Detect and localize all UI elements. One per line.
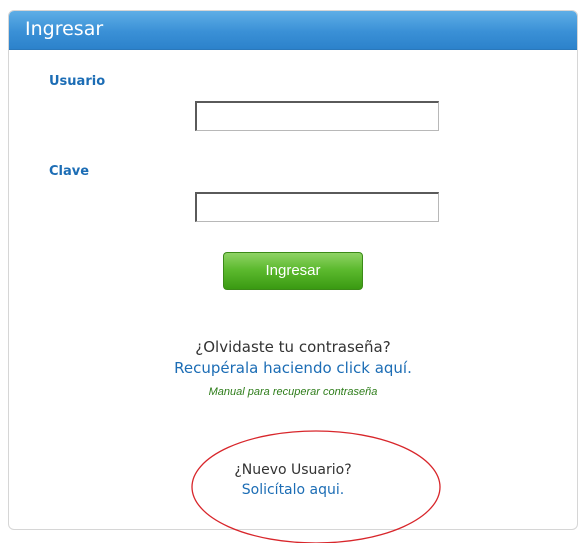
password-label: Clave bbox=[49, 164, 90, 179]
recover-password-link[interactable]: Recupérala haciendo click aquí. bbox=[9, 359, 577, 377]
forgot-password-text: ¿Olvidaste tu contraseña? bbox=[195, 338, 391, 356]
panel-header: Ingresar bbox=[9, 11, 577, 50]
recovery-manual-link[interactable]: Manual para recuperar contraseña bbox=[9, 386, 577, 398]
request-account-link[interactable]: Solicítalo aqui. bbox=[9, 482, 577, 498]
login-panel: Ingresar Usuario Clave Ingresar ¿Olvidas… bbox=[8, 10, 578, 530]
panel-title: Ingresar bbox=[25, 18, 104, 40]
login-button[interactable]: Ingresar bbox=[223, 252, 363, 290]
username-input[interactable] bbox=[195, 101, 439, 131]
username-label: Usuario bbox=[49, 74, 106, 89]
password-input[interactable] bbox=[195, 192, 439, 222]
new-user-text: ¿Nuevo Usuario? bbox=[234, 462, 352, 478]
